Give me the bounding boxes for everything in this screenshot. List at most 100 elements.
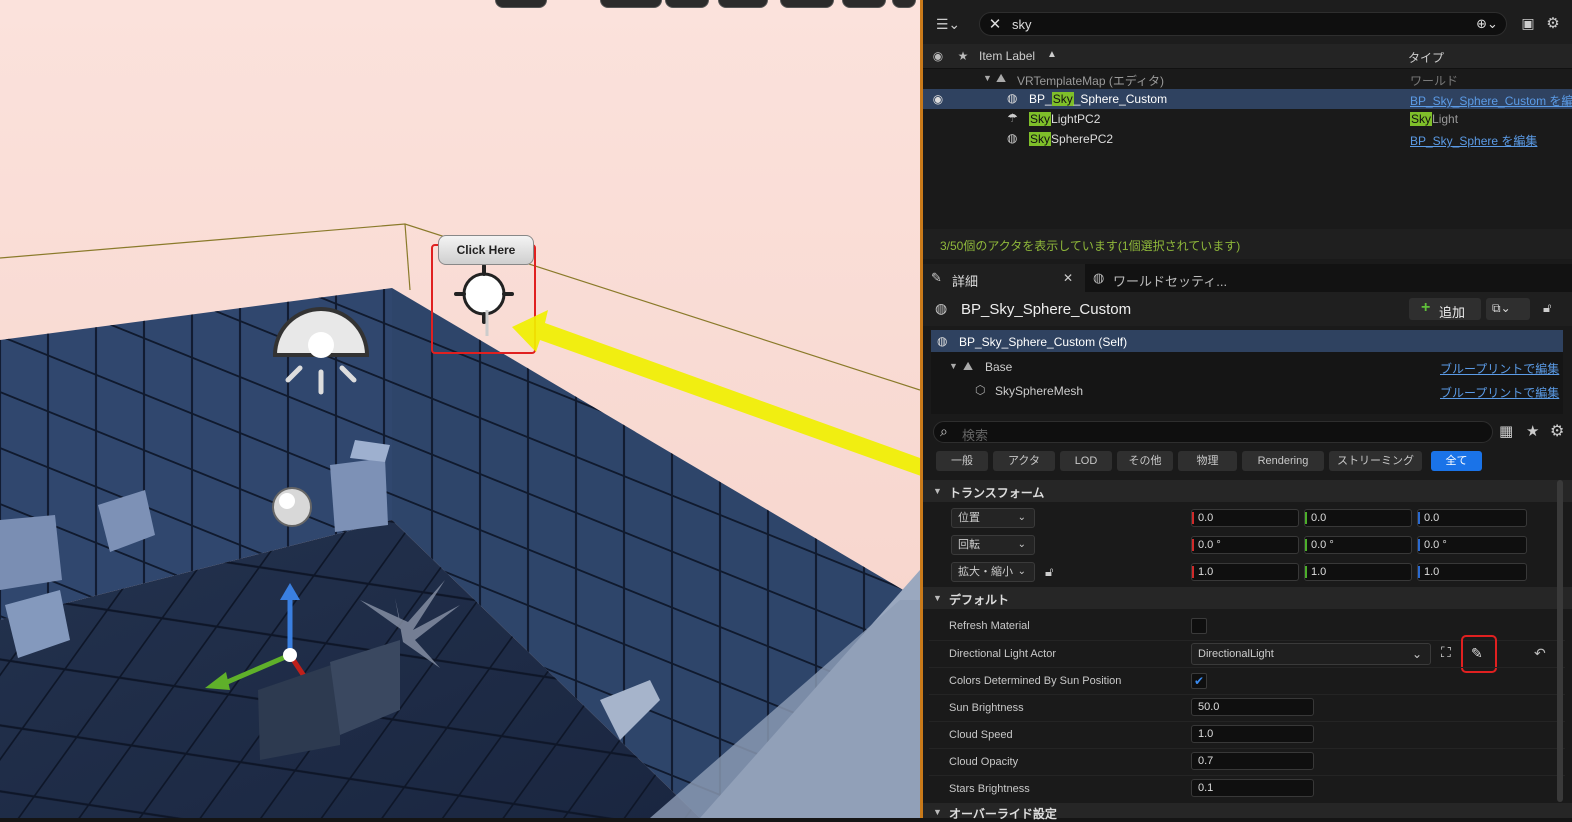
filter-all[interactable]: 全て — [1431, 451, 1482, 471]
rotation-x-field[interactable]: 0.0 ° — [1191, 536, 1299, 554]
colors-by-sun-checkbox[interactable]: ✔ — [1191, 673, 1207, 689]
add-filter-icon[interactable]: ⊕⌄ — [1470, 15, 1504, 33]
column-item-label[interactable]: Item Label — [979, 49, 1035, 63]
rotation-y-field[interactable]: 0.0 ° — [1304, 536, 1412, 554]
favorite-column-icon[interactable]: ★ — [955, 48, 971, 64]
edit-blueprint-link[interactable]: BP_Sky_Sphere を編集 — [1410, 132, 1537, 149]
outliner-row[interactable]: ☂ SkyLightPC2 SkyLight — [923, 109, 1572, 129]
outliner-search-box[interactable]: ✕ sky ⊕⌄ — [979, 12, 1507, 36]
filter-general[interactable]: 一般 — [936, 451, 988, 471]
tab-details-label: 詳細 — [952, 274, 979, 289]
editor-side-panel: ☰⌄ ✕ sky ⊕⌄ ▣ ⚙ ◉ ★ Item Label ▲ タイプ ▼ ⛰… — [923, 0, 1572, 821]
visibility-eye-icon[interactable]: ◉ — [929, 91, 947, 107]
cloud-opacity-row: Cloud Opacity 0.7 — [923, 749, 1572, 775]
filter-misc[interactable]: その他 — [1117, 451, 1173, 471]
colors-by-sun-row: Colors Determined By Sun Position ✔ — [923, 668, 1572, 694]
sun-brightness-field[interactable]: 50.0 — [1191, 698, 1314, 716]
transform-section-header[interactable]: ▼ トランスフォーム — [923, 480, 1572, 502]
default-section-header[interactable]: ▼ デフォルト — [923, 587, 1572, 609]
visibility-column-icon[interactable]: ◉ — [929, 48, 947, 64]
filter-streaming[interactable]: ストリーミング — [1329, 451, 1422, 471]
viewport-grid-snap[interactable] — [665, 0, 709, 8]
filter-icon[interactable]: ☰⌄ — [933, 14, 963, 34]
viewport-camera-speed[interactable] — [842, 0, 886, 8]
close-tab-icon[interactable]: ✕ — [1063, 271, 1073, 285]
outliner-row[interactable]: ◍ SkySpherePC2 BP_Sky_Sphere を編集 — [923, 129, 1572, 149]
filter-actor[interactable]: アクタ — [993, 451, 1055, 471]
scale-dropdown[interactable]: 拡大・縮小 ⌄ — [951, 562, 1035, 582]
tab-details[interactable]: ✎ 詳細 ✕ — [923, 264, 1085, 292]
collapse-arrow-icon: ▼ — [933, 807, 942, 817]
location-z-field[interactable]: 0.0 — [1417, 509, 1527, 527]
component-self-label: BP_Sky_Sphere_Custom (Self) — [959, 335, 1128, 349]
tab-world-settings[interactable]: ◍ ワールドセッティ... — [1087, 264, 1237, 292]
details-tab-bar: ✎ 詳細 ✕ ◍ ワールドセッティ... — [923, 264, 1572, 292]
sun-brightness-row: Sun Brightness 50.0 — [923, 695, 1572, 721]
stars-brightness-field[interactable]: 0.1 — [1191, 779, 1314, 797]
scale-y-field[interactable]: 1.0 — [1304, 563, 1412, 581]
favorite-icon[interactable]: ★ — [1526, 422, 1539, 440]
new-folder-icon[interactable]: ▣ — [1519, 14, 1537, 32]
scale-z-field[interactable]: 1.0 — [1417, 563, 1527, 581]
viewport-snap-tools[interactable] — [600, 0, 662, 8]
hierarchy-icon: ⧉⌄ — [1492, 301, 1511, 315]
actor-label: SkyLightPC2 — [1029, 112, 1101, 126]
lock-ratio-icon[interactable]: 🔓︎ — [1045, 564, 1053, 580]
add-component-button[interactable]: + 追加 — [1409, 298, 1481, 320]
scale-x-field[interactable]: 1.0 — [1191, 563, 1299, 581]
lock-icon[interactable]: 🔓︎ — [1543, 300, 1551, 316]
component-row-mesh[interactable]: ⬡ SkySphereMesh ブループリントで編集 — [931, 379, 1563, 401]
component-row-base[interactable]: ▼ ⛰ Base ブループリントで編集 — [931, 355, 1563, 377]
edit-in-blueprint-link[interactable]: ブループリントで編集 — [1440, 384, 1559, 401]
refresh-material-checkbox[interactable] — [1191, 618, 1207, 634]
details-actor-header: ◍ BP_Sky_Sphere_Custom + 追加 ⧉⌄ 🔓︎ — [923, 292, 1572, 326]
outliner-row-selected[interactable]: ◉ ◍ BP_Sky_Sphere_Custom BP_Sky_Sphere_C… — [923, 89, 1572, 109]
default-section-title: デフォルト — [949, 593, 1010, 607]
sort-ascending-icon: ▲ — [1047, 49, 1057, 60]
outliner-search-input[interactable]: sky — [1012, 17, 1032, 32]
add-button-label: 追加 — [1439, 305, 1466, 320]
collapse-arrow-icon[interactable]: ▼ — [983, 73, 992, 83]
cloud-opacity-field[interactable]: 0.7 — [1191, 752, 1314, 770]
details-search-placeholder: 検索 — [962, 428, 989, 443]
settings-icon[interactable]: ⚙ — [1550, 421, 1564, 441]
table-view-icon[interactable]: ▦ — [1499, 422, 1513, 440]
outliner-world-row[interactable]: ▼ ⛰ VRTemplateMap (エディタ) ワールド — [923, 69, 1572, 89]
cloud-speed-label: Cloud Speed — [949, 729, 1013, 741]
filter-rendering[interactable]: Rendering — [1242, 451, 1324, 471]
override-section-header[interactable]: ▼ オーバーライド設定 — [923, 803, 1572, 821]
filter-lod[interactable]: LOD — [1060, 451, 1112, 471]
browse-to-actor-icon[interactable]: ⛶ — [1441, 644, 1451, 661]
rotation-dropdown[interactable]: 回転 ⌄ — [951, 535, 1035, 555]
viewport-scale-snap[interactable] — [780, 0, 834, 8]
settings-icon[interactable]: ⚙ — [1544, 14, 1562, 32]
clear-search-icon[interactable]: ✕ — [986, 15, 1004, 33]
reset-icon[interactable]: ↶ — [1534, 645, 1546, 662]
actor-name[interactable]: BP_Sky_Sphere_Custom — [961, 301, 1131, 318]
chevron-down-icon: ⌄ — [1411, 647, 1422, 661]
blueprint-options-button[interactable]: ⧉⌄ — [1486, 298, 1530, 320]
viewport-rotation-snap[interactable] — [718, 0, 768, 8]
edit-in-blueprint-link[interactable]: ブループリントで編集 — [1440, 360, 1559, 377]
level-viewport[interactable]: Click Here — [0, 0, 920, 818]
column-type[interactable]: タイプ — [1408, 49, 1444, 66]
blueprint-actor-icon: ◍ — [1007, 131, 1018, 145]
eyedropper-icon[interactable]: ✎ — [1471, 645, 1483, 662]
filter-physics[interactable]: 物理 — [1178, 451, 1237, 471]
location-dropdown[interactable]: 位置 ⌄ — [951, 508, 1035, 528]
cloud-opacity-label: Cloud Opacity — [949, 756, 1019, 768]
viewport-transform-tools[interactable] — [495, 0, 547, 8]
edit-blueprint-link[interactable]: BP_Sky_Sphere_Custom を編 — [1410, 92, 1572, 109]
details-scrollbar[interactable] — [1557, 480, 1563, 802]
directional-light-dropdown[interactable]: DirectionalLight ⌄ — [1191, 643, 1431, 665]
cloud-speed-field[interactable]: 1.0 — [1191, 725, 1314, 743]
sun-brightness-label: Sun Brightness — [949, 702, 1024, 714]
collapse-arrow-icon[interactable]: ▼ — [949, 361, 958, 371]
location-y-field[interactable]: 0.0 — [1304, 509, 1412, 527]
component-self-row[interactable]: ◍ BP_Sky_Sphere_Custom (Self) — [931, 330, 1563, 352]
actor-label: SkySpherePC2 — [1029, 132, 1114, 146]
location-x-field[interactable]: 0.0 — [1191, 509, 1299, 527]
click-here-tooltip[interactable]: Click Here — [438, 235, 534, 265]
rotation-z-field[interactable]: 0.0 ° — [1417, 536, 1527, 554]
details-search-box[interactable]: ⌕ 検索 — [933, 421, 1493, 443]
